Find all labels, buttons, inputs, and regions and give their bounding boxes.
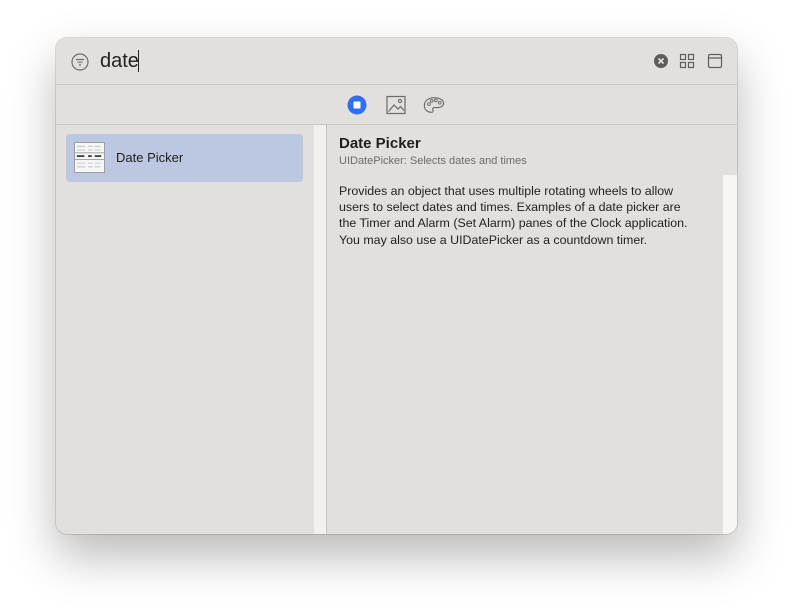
search-bar — [56, 38, 737, 85]
list-item-label: Date Picker — [116, 150, 184, 165]
detail-pane: Date Picker UIDatePicker: Selects dates … — [328, 125, 737, 534]
detail-panel-icon[interactable] — [707, 53, 723, 69]
list-item-date-picker[interactable]: Date Picker — [66, 134, 303, 182]
date-picker-thumbnail-icon — [74, 142, 105, 173]
object-list: Date Picker — [56, 125, 314, 534]
detail-title: Date Picker — [339, 135, 421, 152]
search-input[interactable] — [100, 48, 600, 74]
library-window: Date Picker Date Picker UIDatePicker: Se… — [56, 38, 737, 534]
pane-splitter[interactable] — [314, 125, 327, 534]
detail-subtitle: UIDatePicker: Selects dates and times — [339, 155, 527, 167]
grid-view-icon[interactable] — [679, 53, 695, 69]
clear-icon — [657, 57, 665, 65]
detail-description: Provides an object that uses multiple ro… — [339, 184, 688, 247]
library-segment-toolbar — [56, 85, 737, 125]
colors-icon[interactable] — [423, 94, 445, 116]
objects-icon[interactable] — [346, 94, 368, 116]
text-cursor — [138, 50, 139, 72]
clear-search-button[interactable] — [654, 54, 668, 68]
media-icon[interactable] — [385, 94, 407, 116]
detail-scrollbar[interactable] — [723, 175, 737, 534]
filter-icon[interactable] — [71, 53, 89, 71]
